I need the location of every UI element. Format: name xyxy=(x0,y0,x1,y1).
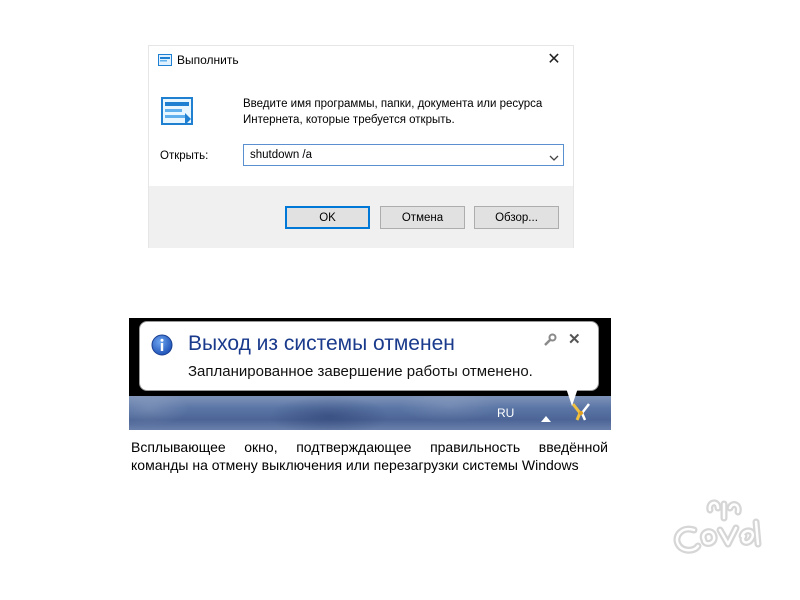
info-icon xyxy=(151,334,173,361)
close-icon[interactable]: ✕ xyxy=(568,330,581,348)
chevron-down-icon[interactable] xyxy=(549,150,559,168)
cancel-button[interactable]: Отмена xyxy=(380,206,465,229)
dialog-description: Введите имя программы, папки, документа … xyxy=(243,98,543,126)
tray-expand-icon[interactable] xyxy=(541,409,551,427)
notification-balloon[interactable]: Выход из системы отменен Запланированное… xyxy=(139,321,599,391)
dialog-footer: OK Отмена Обзор... xyxy=(149,186,573,248)
open-label: Открыть: xyxy=(160,150,209,162)
taskbar: RU xyxy=(129,396,611,430)
club-sovet-logo xyxy=(664,492,768,567)
balloon-pointer xyxy=(566,388,578,406)
window-title: Выполнить xyxy=(177,53,239,67)
notification-title: Выход из системы отменен xyxy=(188,332,455,355)
close-button[interactable]: ✕ xyxy=(543,49,565,71)
ok-button[interactable]: OK xyxy=(285,206,370,229)
wrench-icon[interactable] xyxy=(543,333,557,352)
run-large-icon xyxy=(161,97,193,130)
title-bar[interactable]: Выполнить ✕ xyxy=(149,46,573,74)
notification-message: Запланированное завершение работы отмене… xyxy=(188,363,533,380)
image-caption: Всплывающее окно, подтверждающее правиль… xyxy=(131,439,608,473)
browse-button[interactable]: Обзор... xyxy=(474,206,559,229)
run-icon xyxy=(158,53,172,71)
command-input[interactable]: shutdown /a xyxy=(243,144,564,166)
language-indicator[interactable]: RU xyxy=(497,406,514,420)
run-dialog: Выполнить ✕ Введите имя программы, папки… xyxy=(148,45,574,248)
notification-area: RU Выход из системы отменен Запланирован… xyxy=(129,318,611,430)
command-input-value: shutdown /a xyxy=(250,149,313,161)
